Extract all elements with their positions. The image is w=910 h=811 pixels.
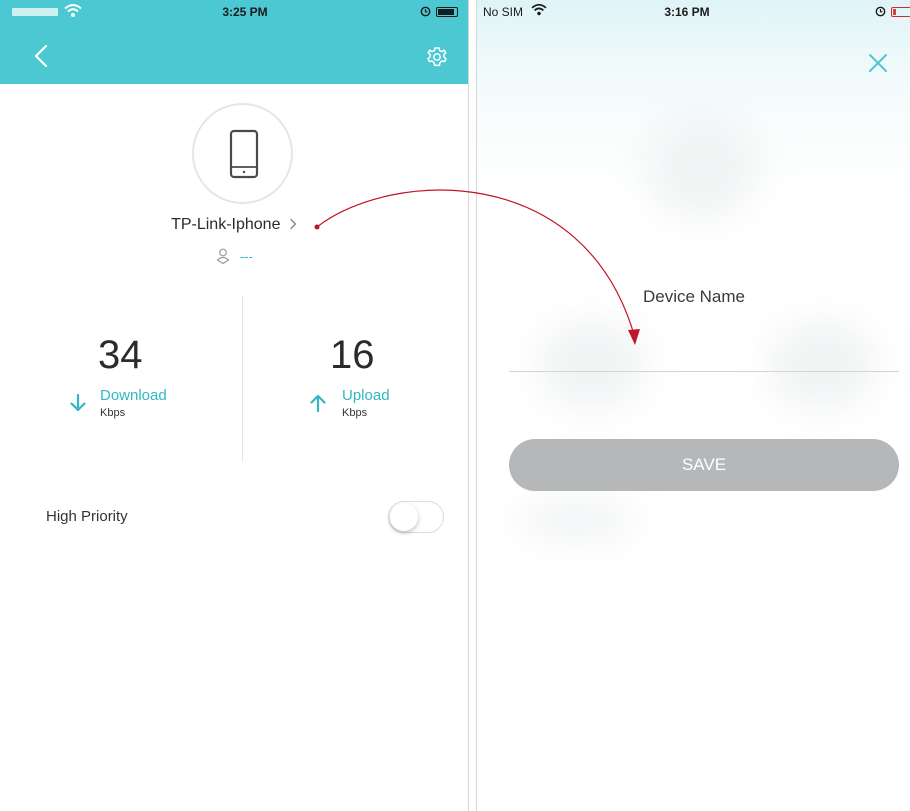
chevron-right-icon[interactable] <box>288 218 298 230</box>
device-name-title: Device Name <box>642 287 746 306</box>
download-value: 34 <box>98 333 143 377</box>
toggle-knob <box>390 503 418 531</box>
user-icon <box>217 248 230 264</box>
back-icon[interactable] <box>28 42 56 70</box>
status-time: 3:16 PM <box>664 5 710 19</box>
upload-value: 16 <box>330 333 375 377</box>
upload-unit: Kbps <box>342 407 368 419</box>
device-user: --- <box>239 249 253 264</box>
download-unit: Kbps <box>100 407 126 419</box>
save-button[interactable]: SAVE <box>509 439 899 491</box>
device-user-row: --- <box>0 248 468 264</box>
upload-label: Upload <box>342 387 390 404</box>
high-priority-label: High Priority <box>46 508 128 525</box>
device-detail-screen: 3:25 PM TP-Link-Iphone --- 34 Download K… <box>0 0 469 811</box>
stats-divider <box>242 296 243 462</box>
background-blur <box>647 110 757 220</box>
phone-icon <box>229 129 259 179</box>
close-icon[interactable] <box>867 52 889 74</box>
lock-icon <box>875 6 886 17</box>
battery-icon <box>436 7 458 17</box>
device-avatar <box>192 103 293 204</box>
lock-icon <box>420 6 431 17</box>
download-label: Download <box>100 387 167 404</box>
status-time: 3:25 PM <box>222 5 268 19</box>
battery-icon <box>891 7 910 17</box>
gear-icon[interactable] <box>426 46 448 68</box>
edit-device-name-screen: No SIM 3:16 PM Device Name SAVE <box>476 0 910 811</box>
status-bar: No SIM 3:16 PM <box>477 0 910 24</box>
status-bar: 3:25 PM <box>0 0 468 24</box>
arrow-down-icon <box>70 393 86 412</box>
background-blur <box>517 500 637 540</box>
device-name-input[interactable] <box>509 330 899 372</box>
device-name: TP-Link-Iphone <box>171 216 281 233</box>
nav-bar <box>0 24 468 84</box>
device-name-row[interactable]: TP-Link-Iphone <box>0 216 468 234</box>
arrow-up-icon <box>310 394 326 413</box>
high-priority-toggle[interactable] <box>388 501 444 533</box>
